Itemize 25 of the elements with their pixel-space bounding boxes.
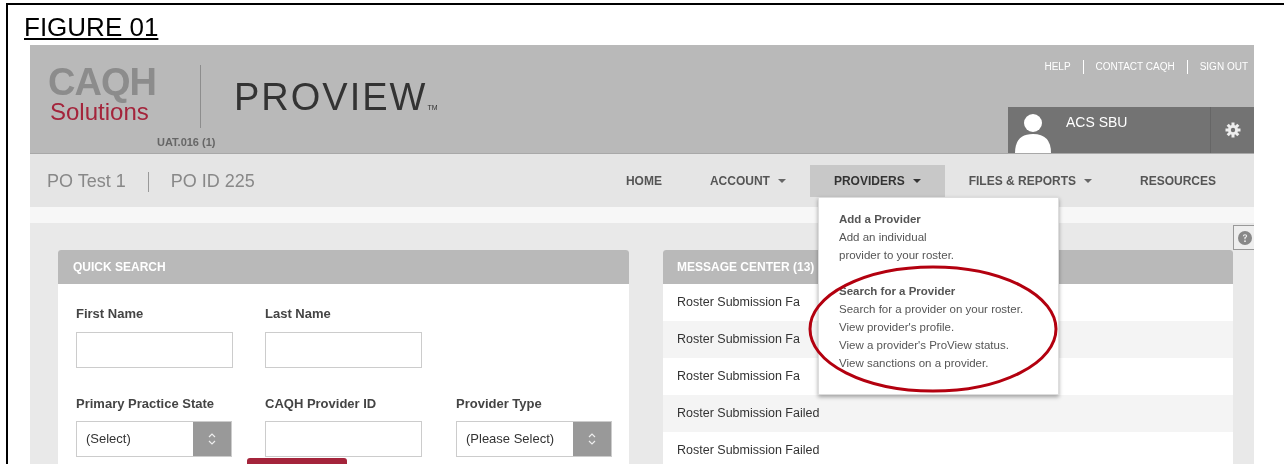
- logo-subtext: Solutions: [50, 99, 149, 125]
- figure-title: FIGURE 01: [24, 12, 159, 44]
- message-text: Roster Submission Failed: [677, 442, 820, 460]
- environment-label: UAT.016 (1): [157, 135, 216, 150]
- user-name: ACS SBU: [1066, 113, 1128, 132]
- menu-description: Search for a provider on your roster.: [839, 302, 1024, 317]
- panel-title: MESSAGE CENTER (13): [677, 259, 815, 276]
- field-label: First Name: [76, 305, 144, 323]
- field-label: Primary Practice State: [76, 394, 215, 413]
- field-label: CAQH Provider ID: [265, 394, 377, 413]
- menu-description: View provider's profile.: [839, 320, 955, 335]
- message-text: Roster Submission Fa: [677, 294, 800, 312]
- field-label: Provider Type: [456, 394, 542, 413]
- org-id: PO ID 225: [170, 170, 255, 193]
- message-text: Roster Submission Failed: [677, 405, 820, 423]
- menu-description: View a provider's ProView status.: [839, 338, 1009, 353]
- product-name: PROVIEW: [234, 77, 428, 117]
- field-label: Last Name: [265, 305, 331, 323]
- org-name: PO Test 1: [47, 170, 126, 193]
- menu-description: provider to your roster.: [839, 248, 955, 263]
- menu-description: View sanctions on a provider.: [839, 356, 989, 371]
- panel-title: QUICK SEARCH: [73, 259, 166, 276]
- message-text: Roster Submission Fa: [677, 368, 800, 386]
- message-text: Roster Submission Fa: [677, 331, 800, 349]
- menu-description: Add an individual: [839, 230, 927, 245]
